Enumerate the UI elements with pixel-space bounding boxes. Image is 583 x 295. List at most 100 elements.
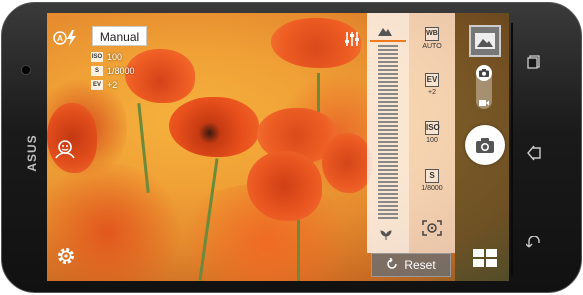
slider-tick: [378, 173, 398, 175]
slider-tick: [378, 209, 398, 211]
shutter-button[interactable]: [465, 125, 505, 165]
bezel-divider: [511, 23, 513, 275]
white-balance-control[interactable]: WB AUTO: [419, 27, 445, 50]
slider-tick: [378, 53, 398, 55]
iso-value: 100: [426, 137, 438, 144]
exposure-readout: ISO 100 S 1/8000 EV +2: [91, 51, 135, 93]
beautification-icon[interactable]: [53, 138, 77, 160]
macro-flower-icon: [380, 228, 392, 240]
slider-tick: [378, 45, 398, 47]
slider-tick: [378, 57, 398, 59]
poppy-flower: [322, 133, 372, 193]
param-row-ev: EV +2: [91, 79, 135, 91]
settings-gear-icon[interactable]: [56, 246, 76, 266]
slider-tick: [378, 69, 398, 71]
front-camera: [21, 65, 31, 75]
slider-tick: [378, 201, 398, 203]
home-icon[interactable]: [525, 144, 543, 162]
slider-tick: [378, 157, 398, 159]
gallery-icon: [475, 33, 495, 49]
slider-tick: [378, 65, 398, 67]
slider-tick: [378, 85, 398, 87]
slider-tick: [378, 153, 398, 155]
exposure-value: +2: [428, 89, 436, 96]
slider-tick: [378, 189, 398, 191]
slider-tick: [378, 73, 398, 75]
slider-tick: [378, 217, 398, 219]
camera-mode-icon: [476, 65, 492, 81]
shutter-speed-icon: S: [425, 169, 439, 183]
slider-tick: [378, 169, 398, 171]
video-mode-icon: [479, 94, 489, 106]
slider-indicator[interactable]: [370, 40, 406, 42]
slider-tick: [378, 177, 398, 179]
slider-tick: [378, 89, 398, 91]
camera-modes-grid-icon[interactable]: [473, 249, 497, 267]
slider-tick: [378, 129, 398, 131]
mountain-icon: [377, 23, 393, 37]
slider-tick: [378, 117, 398, 119]
iso-control[interactable]: ISO 100: [419, 121, 445, 144]
slider-tick: [378, 181, 398, 183]
slider-tick: [378, 145, 398, 147]
white-balance-icon: WB: [425, 27, 439, 41]
slider-tick: [378, 113, 398, 115]
exposure-compensation-control[interactable]: EV +2: [419, 73, 445, 96]
param-value: 100: [107, 52, 123, 62]
slider-tick: [378, 149, 398, 151]
param-row-shutter: S 1/8000: [91, 65, 135, 77]
svg-text:A: A: [57, 34, 63, 43]
back-icon[interactable]: [525, 235, 543, 253]
photo-video-switch[interactable]: [476, 65, 492, 109]
param-key: EV: [91, 80, 103, 90]
slider-tick: [378, 81, 398, 83]
slider-tick: [378, 97, 398, 99]
manual-adjust-panel: WB AUTO EV +2 ISO 100 S 1/8000: [409, 13, 455, 253]
reset-icon: [386, 256, 398, 273]
param-key: S: [91, 66, 103, 76]
poppy-flower: [169, 97, 259, 157]
param-row-iso: ISO 100: [91, 51, 135, 63]
slider-tick: [378, 77, 398, 79]
slider-tick: [378, 101, 398, 103]
white-balance-value: AUTO: [422, 43, 442, 50]
exposure-icon: EV: [425, 73, 439, 87]
slider-tick: [378, 205, 398, 207]
slider-tick: [378, 61, 398, 63]
reset-label: Reset: [404, 258, 436, 272]
slider-tick: [378, 185, 398, 187]
shooting-mode-label[interactable]: Manual: [92, 26, 147, 46]
param-value: +2: [107, 80, 118, 90]
gallery-thumbnail[interactable]: [469, 25, 501, 57]
manual-adjust-sliders-icon[interactable]: [343, 30, 361, 48]
slider-tick: [378, 105, 398, 107]
reset-button[interactable]: Reset: [371, 253, 451, 277]
slider-ticks: [378, 45, 398, 223]
slider-tick: [378, 121, 398, 123]
brand-logo: ASUS: [25, 134, 39, 172]
slider-tick: [378, 109, 398, 111]
shutter-speed-control[interactable]: S 1/8000: [419, 169, 445, 192]
param-key: ISO: [91, 52, 103, 62]
slider-tick: [378, 49, 398, 51]
slider-tick: [378, 165, 398, 167]
camera-viewfinder[interactable]: A Manual ISO 100 S 1/8000 EV +2 WB AUTO …: [47, 13, 509, 281]
exposure-slider[interactable]: [367, 13, 409, 253]
auto-flash-icon[interactable]: A: [53, 29, 79, 47]
poppy-flower: [247, 151, 322, 221]
camera-icon: [476, 137, 494, 153]
slider-tick: [378, 133, 398, 135]
navigation-buttons: [523, 53, 545, 253]
shutter-speed-value: 1/8000: [421, 185, 443, 192]
recent-apps-icon[interactable]: [525, 53, 543, 71]
slider-tick: [378, 141, 398, 143]
poppy-flower: [125, 49, 195, 103]
slider-tick: [378, 193, 398, 195]
iso-icon: ISO: [425, 121, 440, 135]
slider-tick: [378, 93, 398, 95]
metering-icon[interactable]: [421, 219, 443, 237]
slider-tick: [378, 197, 398, 199]
slider-tick: [378, 161, 398, 163]
slider-tick: [378, 137, 398, 139]
slider-tick: [378, 213, 398, 215]
